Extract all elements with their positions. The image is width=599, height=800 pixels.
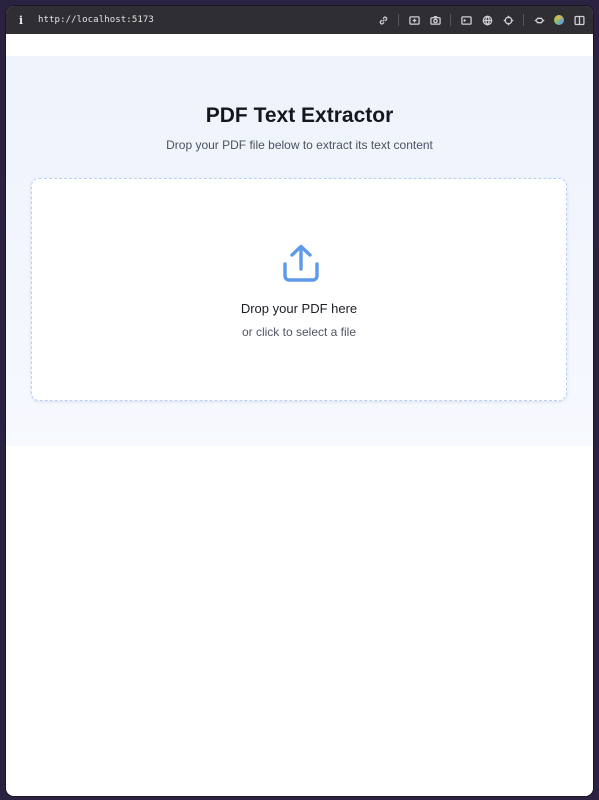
- info-icon[interactable]: i: [14, 13, 28, 27]
- extensions-icon[interactable]: [533, 14, 545, 26]
- toolbar-divider: [523, 14, 524, 26]
- crosshair-icon[interactable]: [502, 14, 514, 26]
- link-icon[interactable]: [377, 14, 389, 26]
- toolbar-actions: [377, 14, 585, 26]
- toolbar-divider: [450, 14, 451, 26]
- globe-icon[interactable]: [481, 14, 493, 26]
- hero-section: PDF Text Extractor Drop your PDF file be…: [6, 56, 593, 446]
- split-view-icon[interactable]: [573, 14, 585, 26]
- page-content: PDF Text Extractor Drop your PDF file be…: [6, 34, 593, 796]
- screenshot-icon[interactable]: [408, 14, 420, 26]
- camera-icon[interactable]: [429, 14, 441, 26]
- upload-icon: [279, 242, 323, 286]
- dropzone-sublabel: or click to select a file: [241, 325, 357, 339]
- dropzone-label: Drop your PDF here: [240, 301, 358, 316]
- browser-window: i http://localhost:5173 PDF Text Extract…: [6, 6, 593, 796]
- page-title: PDF Text Extractor: [205, 104, 394, 127]
- page-subtitle: Drop your PDF file below to extract its …: [166, 138, 433, 152]
- browser-toolbar: i http://localhost:5173: [6, 6, 593, 34]
- profile-icon[interactable]: [554, 15, 564, 25]
- toolbar-divider: [398, 14, 399, 26]
- terminal-icon[interactable]: [460, 14, 472, 26]
- pdf-dropzone[interactable]: Drop your PDF here or click to select a …: [31, 178, 567, 401]
- address-bar-url[interactable]: http://localhost:5173: [38, 15, 154, 25]
